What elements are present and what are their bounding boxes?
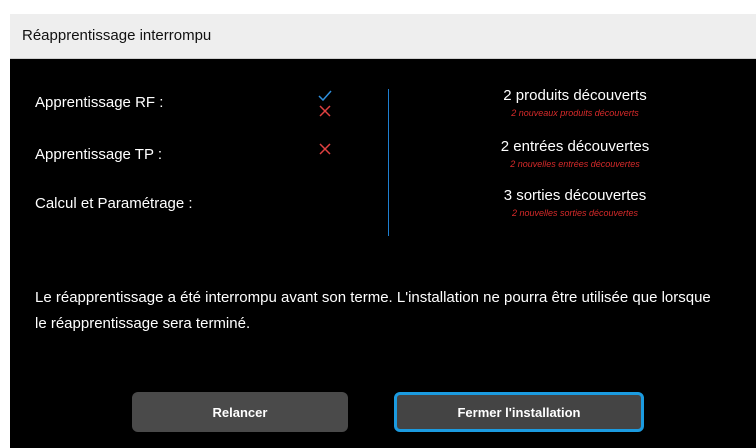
result-main: 3 sorties découvertes	[503, 187, 647, 204]
relearning-dialog: Réapprentissage interrompu Apprentissage…	[10, 14, 756, 448]
cross-icon	[319, 105, 333, 119]
vertical-divider	[388, 89, 389, 236]
row-label-tp: Apprentissage TP :	[35, 146, 163, 163]
fermer-installation-button[interactable]: Fermer l'installation	[394, 392, 644, 432]
result-sub: 2 nouvelles sorties découvertes	[511, 208, 639, 218]
result-main: 2 produits découverts	[503, 87, 647, 104]
row-label-rf: Apprentissage RF :	[35, 94, 164, 111]
result-outputs: 3 sorties découvertes 2 nouvelles sortie…	[450, 187, 700, 218]
cross-icon	[319, 143, 333, 157]
row-label-calcul: Calcul et Paramétrage :	[35, 195, 193, 212]
dialog-titlebar: Réapprentissage interrompu	[10, 14, 756, 59]
check-icon	[318, 90, 332, 104]
result-sub: 2 nouveaux produits découverts	[511, 108, 639, 118]
dialog-body: Apprentissage RF : Apprentissage TP : Ca…	[10, 59, 756, 448]
relancer-button[interactable]: Relancer	[132, 392, 348, 432]
interruption-message: Le réapprentissage a été interrompu avan…	[35, 289, 711, 332]
result-sub: 2 nouvelles entrées découvertes	[510, 159, 640, 169]
result-inputs: 2 entrées découvertes 2 nouvelles entrée…	[450, 138, 700, 169]
dialog-title: Réapprentissage interrompu	[22, 27, 212, 44]
result-products: 2 produits découverts 2 nouveaux produit…	[450, 87, 700, 118]
result-main: 2 entrées découvertes	[500, 138, 650, 155]
